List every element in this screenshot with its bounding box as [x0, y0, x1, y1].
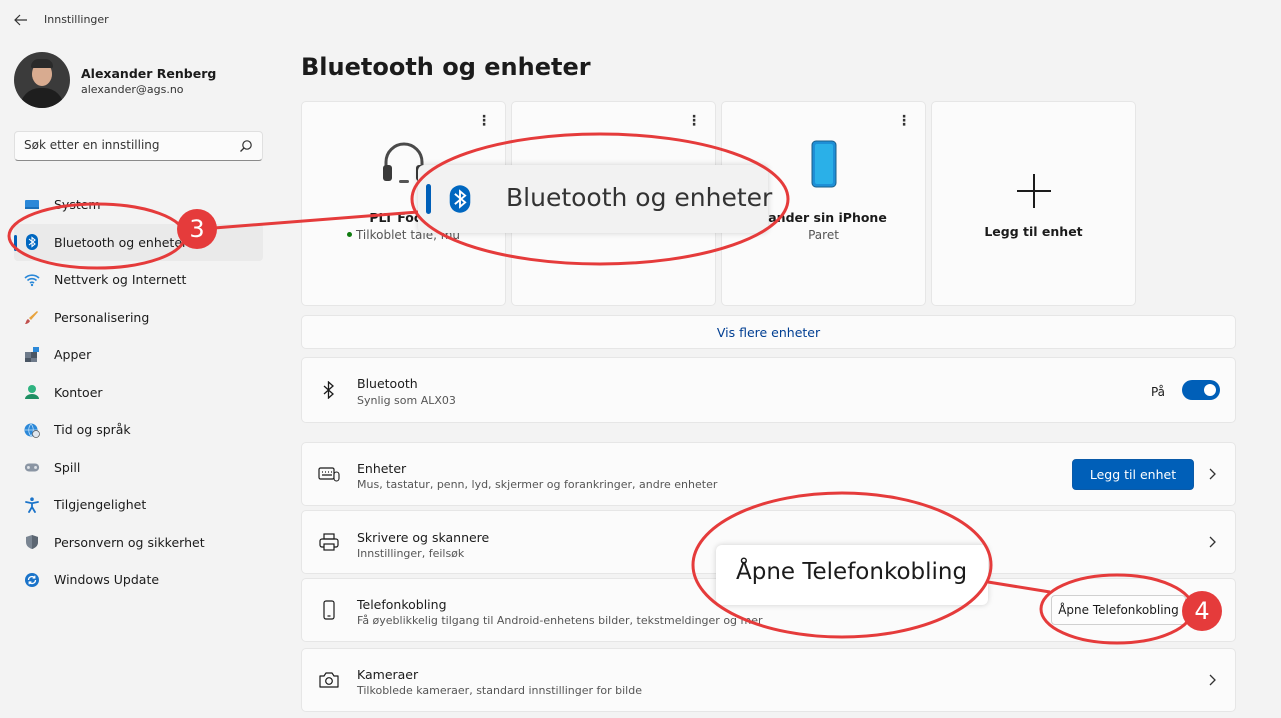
- sidebar-item-label: Windows Update: [54, 572, 160, 588]
- arrow-left-icon: [14, 14, 27, 26]
- shield-icon: [24, 534, 40, 550]
- title-bar: Innstillinger: [0, 0, 1281, 40]
- devices-subtitle: Mus, tastatur, penn, lyd, skjermer og fo…: [357, 478, 718, 491]
- sidebar-item-time-language[interactable]: Tid og språk: [14, 411, 263, 449]
- online-dot: [346, 232, 352, 237]
- sidebar-item-gaming[interactable]: Spill: [14, 449, 263, 487]
- cameras-row[interactable]: Kameraer Tilkoblede kameraer, standard i…: [301, 648, 1236, 712]
- show-more-devices-link[interactable]: Vis flere enheter: [301, 315, 1236, 349]
- sidebar-item-label: Personvern og sikkerhet: [54, 534, 205, 550]
- zoom-callout-text: Åpne Telefonkobling: [736, 559, 968, 585]
- sidebar-item-accounts[interactable]: Kontoer: [14, 374, 263, 412]
- sidebar-item-label: Personalisering: [54, 309, 150, 325]
- zoom-callout-sidebar: Bluetooth og enheter: [418, 165, 772, 233]
- bluetooth-icon: [318, 379, 340, 401]
- printers-subtitle: Innstillinger, feilsøk: [357, 547, 465, 560]
- sidebar-item-label: Spill: [54, 459, 81, 475]
- more-options-icon[interactable]: ⋮: [687, 114, 701, 128]
- avatar[interactable]: [14, 52, 70, 108]
- bluetooth-subtitle: Synlig som ALX03: [357, 394, 456, 407]
- sidebar-item-label: Bluetooth og enheter: [54, 234, 188, 250]
- bluetooth-icon: [449, 185, 471, 213]
- sidebar-item-label: Tilgjengelighet: [54, 497, 147, 513]
- back-button[interactable]: [10, 10, 32, 30]
- plus-icon: [1016, 174, 1051, 208]
- system-icon: [24, 197, 40, 213]
- sidebar-item-system[interactable]: System: [14, 186, 263, 224]
- accessibility-icon: [24, 497, 40, 513]
- bluetooth-row: Bluetooth Synlig som ALX03 På: [301, 357, 1236, 423]
- page-title: Bluetooth og enheter: [301, 53, 591, 81]
- phone-link-title: Telefonkobling: [357, 597, 447, 612]
- bluetooth-title: Bluetooth: [357, 376, 418, 391]
- search-box[interactable]: [14, 131, 263, 161]
- devices-row[interactable]: Enheter Mus, tastatur, penn, lyd, skjerm…: [301, 442, 1236, 506]
- zoom-callout-button: Åpne Telefonkobling: [716, 545, 988, 605]
- cameras-subtitle: Tilkoblede kameraer, standard innstillin…: [357, 684, 642, 697]
- cameras-title: Kameraer: [357, 667, 419, 682]
- more-options-icon[interactable]: ⋮: [897, 114, 911, 128]
- search-icon[interactable]: [239, 139, 253, 153]
- sidebar-item-windows-update[interactable]: Windows Update: [14, 561, 263, 599]
- chevron-right-icon[interactable]: [1207, 535, 1217, 549]
- chevron-right-icon[interactable]: [1207, 467, 1217, 481]
- printer-icon: [318, 531, 340, 553]
- avatar-shirt: [20, 88, 64, 108]
- keyboard-mouse-icon: [318, 463, 340, 485]
- bluetooth-icon: [24, 234, 40, 251]
- search-input[interactable]: [24, 138, 234, 152]
- sidebar-item-personalization[interactable]: Personalisering: [14, 299, 263, 337]
- avatar-hair: [31, 59, 53, 68]
- gamepad-icon: [24, 459, 40, 475]
- account-icon: [24, 384, 40, 400]
- brush-icon: [24, 309, 40, 325]
- wifi-icon: [24, 272, 40, 288]
- apps-icon: [24, 346, 40, 363]
- profile-name: Alexander Renberg: [81, 66, 217, 81]
- chevron-right-icon[interactable]: [1207, 673, 1217, 687]
- profile-email: alexander@ags.no: [81, 83, 184, 96]
- sidebar-item-label: Nettverk og Internett: [54, 272, 187, 288]
- phone-icon: [811, 140, 836, 188]
- window-title: Innstillinger: [44, 13, 109, 26]
- phone-icon: [318, 599, 340, 621]
- add-device-button[interactable]: Legg til enhet: [1072, 459, 1194, 490]
- bluetooth-toggle-label: På: [1150, 385, 1165, 399]
- zoom-callout-text: Bluetooth og enheter: [506, 183, 773, 212]
- printers-title: Skrivere og skannere: [357, 530, 490, 545]
- sidebar-item-privacy[interactable]: Personvern og sikkerhet: [14, 524, 263, 562]
- globe-clock-icon: [24, 422, 40, 438]
- devices-title: Enheter: [357, 461, 407, 476]
- sidebar-item-bluetooth[interactable]: Bluetooth og enheter: [14, 223, 263, 261]
- sidebar-item-apps[interactable]: Apper: [14, 336, 263, 374]
- active-indicator: [426, 184, 431, 214]
- open-phone-link-button[interactable]: Åpne Telefonkobling: [1051, 595, 1186, 625]
- add-device-card[interactable]: Legg til enhet: [931, 101, 1136, 306]
- camera-icon: [318, 669, 340, 691]
- sidebar-item-label: Kontoer: [54, 384, 103, 400]
- more-options-icon[interactable]: ⋮: [477, 114, 491, 128]
- sidebar-item-label: System: [54, 197, 101, 213]
- update-icon: [24, 572, 40, 588]
- sidebar-item-label: Tid og språk: [54, 422, 131, 438]
- add-device-label: Legg til enhet: [984, 224, 1083, 239]
- step-badge-3: 3: [177, 209, 217, 249]
- sidebar-nav: System Bluetooth og enheter Nettverk og …: [14, 186, 263, 599]
- bluetooth-toggle[interactable]: [1182, 380, 1220, 400]
- sidebar-item-accessibility[interactable]: Tilgjengelighet: [14, 486, 263, 524]
- phone-link-subtitle: Få øyeblikkelig tilgang til Android-enhe…: [357, 614, 763, 627]
- sidebar-item-network[interactable]: Nettverk og Internett: [14, 261, 263, 299]
- sidebar-item-label: Apper: [54, 347, 92, 363]
- step-badge-4: 4: [1182, 591, 1222, 631]
